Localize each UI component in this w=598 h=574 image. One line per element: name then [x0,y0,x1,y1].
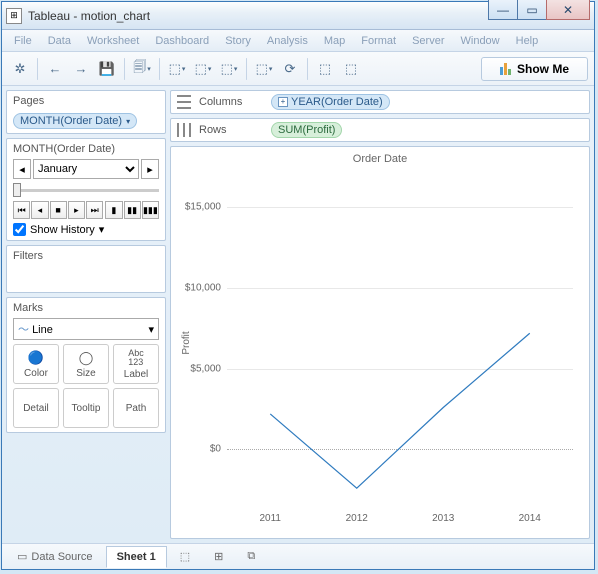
marks-path-button[interactable]: Path [113,388,159,428]
show-history-checkbox[interactable] [13,223,26,236]
save-button[interactable]: 💾 [95,57,119,81]
page-prev-button[interactable]: ◂ [13,159,31,179]
datasource-button[interactable]: 🗐▾ [130,57,154,81]
color-icon: 🔵 [28,350,44,366]
menu-help[interactable]: Help [508,35,547,47]
skip-back-button[interactable]: ⏮ [13,201,30,219]
y-tick: $10,000 [185,283,227,294]
chart-view[interactable]: Order Date Profit $0 $5,000 $10,000 $15,000… [170,146,590,539]
refresh-button[interactable]: ⟳ [278,57,302,81]
play-back-button[interactable]: ◂ [31,201,48,219]
show-history-toggle[interactable]: Show History ▾ [13,223,159,236]
label-icon: Abc123 [128,349,144,367]
app-icon: ⊞ [6,8,22,24]
bars-icon [500,63,511,75]
y-tick: $15,000 [185,202,227,213]
marks-type-select[interactable]: 〜 Line ▾ [13,318,159,340]
pages-control: MONTH(Order Date) ◂ January ▸ ⏮ ◂ ■ ▸ ⏭ [6,138,166,241]
x-tick: 2014 [519,513,541,524]
filters-shelf[interactable]: Filters [6,245,166,293]
show-me-button[interactable]: Show Me [481,57,588,81]
columns-shelf[interactable]: Columns +YEAR(Order Date) [170,90,590,114]
size-icon: ◯ [79,350,94,366]
menu-dashboard[interactable]: Dashboard [147,35,217,47]
datasource-tab[interactable]: ▭ Data Source [6,546,104,568]
rows-label: Rows [199,124,263,136]
chevron-down-icon: ▾ [99,223,105,236]
columns-icon [177,95,191,109]
marks-title: Marks [13,302,159,314]
sort-desc-button[interactable]: ⬚ [339,57,363,81]
x-tick: 2011 [259,513,281,524]
rows-pill[interactable]: SUM(Profit) [271,122,342,138]
minimize-button[interactable]: — [488,0,518,20]
stop-button[interactable]: ■ [50,201,67,219]
menu-data[interactable]: Data [40,35,79,47]
new-sheet-button[interactable]: ⬚▾ [165,57,189,81]
play-fwd-button[interactable]: ▸ [68,201,85,219]
speed-1-button[interactable]: ▮ [105,201,122,219]
titlebar: ⊞ Tableau - motion_chart — ▭ ✕ [2,2,594,30]
menu-worksheet[interactable]: Worksheet [79,35,147,47]
show-me-label: Show Me [517,62,569,76]
menu-analysis[interactable]: Analysis [259,35,316,47]
menu-story[interactable]: Story [217,35,259,47]
clear-button[interactable]: ⬚▾ [217,57,241,81]
sheet-tab[interactable]: Sheet 1 [106,546,167,568]
sort-asc-button[interactable]: ⬚ [313,57,337,81]
filters-title: Filters [13,250,159,262]
new-dashboard-button[interactable]: ⊞ [203,546,234,568]
menubar: File Data Worksheet Dashboard Story Anal… [2,30,594,52]
menu-map[interactable]: Map [316,35,353,47]
close-button[interactable]: ✕ [546,0,590,20]
marks-size-button[interactable]: ◯Size [63,344,109,384]
marks-label-button[interactable]: Abc123Label [113,344,159,384]
bottom-tabs: ▭ Data Source Sheet 1 ⬚ ⊞ ⧉ [2,543,594,569]
pages-shelf: Pages MONTH(Order Date)▾ [6,90,166,134]
page-select[interactable]: January [33,159,139,179]
y-tick: $0 [210,444,227,455]
skip-fwd-button[interactable]: ⏭ [86,201,103,219]
tableau-logo-icon[interactable]: ✲ [8,57,32,81]
x-tick: 2013 [432,513,454,524]
pages-pill[interactable]: MONTH(Order Date)▾ [13,113,137,129]
back-button[interactable]: ← [43,57,67,81]
marks-card: Marks 〜 Line ▾ 🔵Color ◯Size Abc123Label … [6,297,166,433]
y-tick: $5,000 [190,363,227,374]
maximize-button[interactable]: ▭ [517,0,547,20]
toolbar: ✲ ← → 💾 🗐▾ ⬚▾ ⬚▾ ⬚▾ ⬚▾ ⟳ ⬚ ⬚ Show Me [2,52,594,86]
forward-button[interactable]: → [69,57,93,81]
menu-file[interactable]: File [6,35,40,47]
marks-detail-button[interactable]: Detail [13,388,59,428]
pages-title: Pages [13,95,159,107]
speed-2-button[interactable]: ▮▮ [124,201,141,219]
columns-pill[interactable]: +YEAR(Order Date) [271,94,390,110]
rows-shelf[interactable]: Rows SUM(Profit) [170,118,590,142]
x-tick: 2012 [346,513,368,524]
chart-ylabel: Profit [181,331,192,354]
app-window: ⊞ Tableau - motion_chart — ▭ ✕ File Data… [1,1,595,570]
rows-icon [177,123,191,137]
datasource-icon: ▭ [17,550,27,563]
swap-button[interactable]: ⬚▾ [252,57,276,81]
new-worksheet-button[interactable]: ⬚ [169,546,201,568]
menu-server[interactable]: Server [404,35,452,47]
columns-label: Columns [199,96,263,108]
speed-3-button[interactable]: ▮▮▮ [142,201,159,219]
chart-title: Order Date [171,153,589,165]
menu-format[interactable]: Format [353,35,404,47]
marks-color-button[interactable]: 🔵Color [13,344,59,384]
pages-selector-label: MONTH(Order Date) [13,143,159,155]
marks-tooltip-button[interactable]: Tooltip [63,388,109,428]
new-story-button[interactable]: ⧉ [236,546,266,568]
menu-window[interactable]: Window [453,35,508,47]
page-next-button[interactable]: ▸ [141,159,159,179]
duplicate-button[interactable]: ⬚▾ [191,57,215,81]
page-slider[interactable] [13,183,159,197]
